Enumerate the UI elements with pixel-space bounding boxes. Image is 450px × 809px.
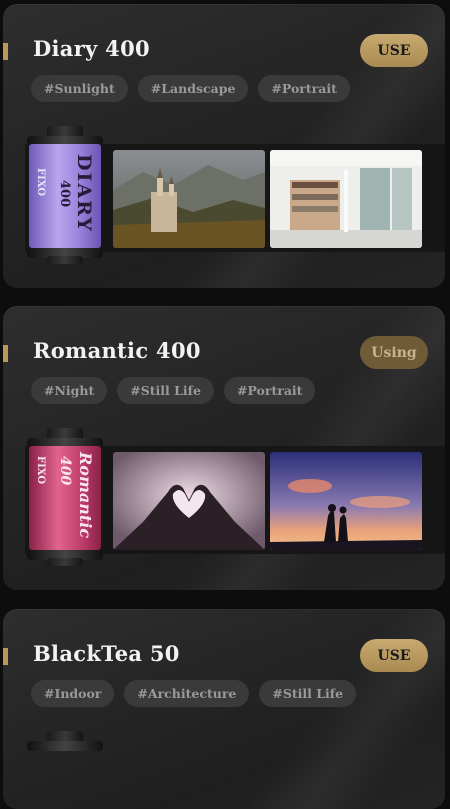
film-canister-diary: DIARY 400 FIXO <box>23 126 107 266</box>
tag-list: #Indoor #Architecture #Still Life <box>31 680 357 707</box>
canister-maker: FIXO <box>35 456 46 485</box>
tag-chip[interactable]: #Architecture <box>124 680 250 707</box>
tag-chip[interactable]: #Portrait <box>224 377 316 404</box>
title-accent-bar <box>3 345 8 362</box>
tag-list: #Sunlight #Landscape #Portrait <box>31 75 350 102</box>
canister-spool-bottom <box>47 558 83 566</box>
using-button[interactable]: Using <box>360 336 428 369</box>
sample-photo-castle[interactable] <box>113 150 265 248</box>
tag-chip[interactable]: #Night <box>31 377 108 404</box>
film-card-blacktea-50[interactable]: BlackTea 50 USE #Indoor #Architecture #S… <box>3 609 445 809</box>
canister-iso: 400 <box>57 180 72 208</box>
tag-chip[interactable]: #Portrait <box>258 75 350 102</box>
film-title: Romantic 400 <box>33 338 201 363</box>
title-accent-bar <box>3 43 8 60</box>
sample-photo-sunset-couple[interactable] <box>270 452 422 550</box>
film-canister-blacktea <box>23 731 107 771</box>
canister-body: DIARY 400 FIXO <box>29 144 101 248</box>
film-canister-romantic: Romantic 400 FIXO <box>23 428 107 568</box>
sample-photo-interior[interactable] <box>270 150 422 248</box>
film-card-diary-400[interactable]: Diary 400 USE #Sunlight #Landscape #Port… <box>3 4 445 288</box>
canister-brand: DIARY <box>73 154 95 233</box>
tag-chip[interactable]: #Sunlight <box>31 75 128 102</box>
canister-maker: FIXO <box>35 168 46 197</box>
tag-list: #Night #Still Life #Portrait <box>31 377 316 404</box>
canister-spool-bottom <box>47 256 83 264</box>
canister-brand: Romantic <box>76 452 95 539</box>
title-accent-bar <box>3 648 8 665</box>
tag-chip[interactable]: #Indoor <box>31 680 115 707</box>
use-button[interactable]: USE <box>360 34 428 67</box>
tag-chip[interactable]: #Still Life <box>259 680 357 707</box>
canister-iso: 400 <box>57 456 73 486</box>
tag-chip[interactable]: #Landscape <box>137 75 249 102</box>
film-card-romantic-400[interactable]: Romantic 400 Using #Night #Still Life #P… <box>3 306 445 590</box>
film-title: Diary 400 <box>33 36 150 61</box>
film-title: BlackTea 50 <box>33 641 180 666</box>
use-button[interactable]: USE <box>360 639 428 672</box>
tag-chip[interactable]: #Still Life <box>117 377 215 404</box>
sample-photo-heart-hands[interactable] <box>113 452 265 550</box>
canister-body: Romantic 400 FIXO <box>29 446 101 550</box>
